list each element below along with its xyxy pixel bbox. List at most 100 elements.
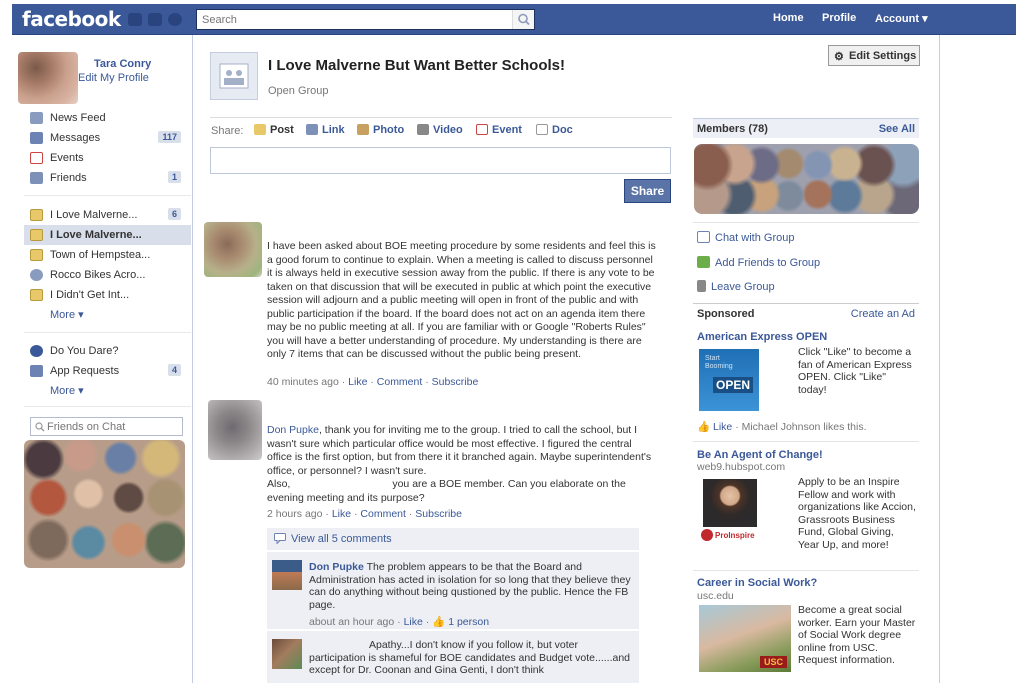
comment-text: Don Pupke The problem appears to be that… — [309, 561, 635, 611]
sidebar-group-4[interactable]: Rocco Bikes Acro... — [24, 265, 191, 285]
comment-author-link[interactable]: Don Pupke — [309, 561, 364, 573]
chevron-down-icon: ▾ — [78, 309, 84, 321]
post-author-avatar[interactable] — [208, 400, 262, 460]
members-grid[interactable] — [694, 144, 919, 214]
more-apps-link[interactable]: More ▾ — [50, 384, 84, 397]
chat-with-group-link[interactable]: Chat with Group — [697, 231, 794, 244]
like-link[interactable]: Like — [348, 376, 367, 388]
search-box[interactable] — [196, 9, 535, 30]
chat-friends-grid[interactable] — [24, 440, 185, 568]
search-input[interactable] — [197, 10, 497, 29]
comment-link[interactable]: Comment — [360, 508, 406, 520]
share-button[interactable]: Share — [624, 179, 671, 203]
ad-image-proinspire[interactable]: ProInspire — [699, 477, 761, 545]
sidebar-item-friends[interactable]: Friends 1 — [24, 168, 191, 188]
sidebar-app-do-you-dare[interactable]: Do You Dare? — [24, 341, 191, 361]
share-link-tab[interactable]: Link — [306, 124, 345, 136]
ad-like-link[interactable]: Like — [713, 421, 732, 433]
search-icon[interactable] — [512, 10, 534, 29]
share-label: Share: — [211, 125, 244, 137]
leave-door-icon — [697, 280, 706, 292]
nav-home[interactable]: Home — [773, 12, 804, 24]
share-link-label: Link — [322, 124, 345, 136]
thumbs-up-icon: 👍 — [432, 616, 446, 628]
separator-dot: · — [425, 376, 429, 388]
mention-link[interactable]: Don Pupke — [267, 424, 319, 436]
share-event-tab[interactable]: Event — [476, 124, 522, 136]
post-author-avatar[interactable] — [204, 222, 262, 277]
composer-box[interactable] — [210, 147, 671, 174]
edit-profile-link[interactable]: Edit My Profile — [78, 72, 149, 84]
ad-image-usc[interactable]: USC — [699, 605, 791, 672]
ad-image-amex[interactable]: Start Booming OPEN — [699, 349, 759, 411]
sidebar-item-messages[interactable]: Messages 117 — [24, 128, 191, 148]
sidebar-item-label: Friends — [50, 172, 87, 184]
ad-social-text: · Michael Johnson likes this. — [735, 421, 867, 433]
sidebar-group-1[interactable]: I Love Malverne... 6 — [24, 205, 191, 225]
view-all-comments-label: View all 5 comments — [291, 533, 392, 545]
ad-title[interactable]: Be An Agent of Change! — [697, 449, 823, 461]
post-text: I have been asked about BOE meeting proc… — [267, 240, 656, 360]
messages-jewel-icon[interactable] — [148, 13, 162, 26]
share-photo-label: Photo — [373, 124, 405, 136]
ad-title[interactable]: Career in Social Work? — [697, 577, 817, 589]
comment-author-avatar[interactable] — [272, 560, 302, 590]
sidebar-group-2-selected[interactable]: I Love Malverne... — [24, 225, 191, 245]
members-label: Members (78) — [697, 123, 768, 135]
comment-likes-count[interactable]: 1 person — [448, 616, 489, 628]
comment-link[interactable]: Comment — [377, 376, 423, 388]
subscribe-link[interactable]: Subscribe — [415, 508, 462, 520]
share-video-tab[interactable]: Video — [417, 124, 463, 136]
create-ad-link[interactable]: Create an Ad — [851, 308, 915, 320]
nav-account[interactable]: Account ▾ — [875, 12, 928, 25]
post-time: 2 hours ago — [267, 508, 323, 520]
sidebar-app-requests[interactable]: App Requests 4 — [24, 361, 191, 381]
friend-requests-icon[interactable] — [128, 13, 142, 26]
gear-icon: ⚙ — [834, 51, 844, 63]
ad-title[interactable]: American Express OPEN — [697, 331, 827, 343]
share-video-label: Video — [433, 124, 463, 136]
see-all-link[interactable]: See All — [879, 123, 915, 135]
main-border — [939, 35, 940, 683]
question-icon — [30, 345, 43, 357]
subscribe-link[interactable]: Subscribe — [432, 376, 479, 388]
share-post-tab[interactable]: Post — [254, 124, 294, 136]
divider — [210, 117, 672, 118]
like-link[interactable]: Like — [332, 508, 351, 520]
share-doc-tab[interactable]: Doc — [536, 124, 573, 136]
comment-bubble-icon — [274, 533, 286, 547]
share-photo-tab[interactable]: Photo — [357, 124, 404, 136]
sidebar-group-5[interactable]: I Didn't Get Int... — [24, 285, 191, 305]
add-friends-to-group-link[interactable]: Add Friends to Group — [697, 256, 820, 269]
sidebar-item-events[interactable]: Events — [24, 148, 191, 168]
notifications-globe-icon[interactable] — [168, 13, 182, 26]
messages-count-badge: 117 — [158, 131, 181, 143]
divider — [24, 195, 191, 196]
share-event-label: Event — [492, 124, 522, 136]
group-icon — [30, 249, 43, 261]
comment-like-link[interactable]: Like — [404, 616, 423, 628]
edit-settings-button[interactable]: ⚙ Edit Settings — [828, 45, 920, 66]
ad-url: web9.hubspot.com — [697, 461, 786, 473]
doc-icon — [536, 124, 548, 135]
comment-author-avatar[interactable] — [272, 639, 302, 669]
friends-on-chat-input[interactable] — [31, 418, 161, 435]
sidebar-group-3[interactable]: Town of Hempstea... — [24, 245, 191, 265]
facebook-logo[interactable]: facebook — [22, 7, 121, 31]
leave-group-link[interactable]: Leave Group — [697, 280, 775, 293]
group-picture[interactable] — [210, 52, 258, 100]
avatar[interactable] — [18, 52, 78, 104]
group-count-badge: 6 — [167, 208, 181, 220]
composer-input[interactable] — [211, 148, 666, 173]
view-all-comments[interactable]: View all 5 comments — [267, 528, 639, 550]
divider — [693, 570, 919, 571]
nav-account-label: Account — [875, 13, 919, 25]
nav-profile[interactable]: Profile — [822, 12, 856, 24]
sidebar-item-news-feed[interactable]: News Feed — [24, 108, 191, 128]
ad-image-caption: OPEN — [713, 377, 754, 393]
friends-on-chat-box[interactable] — [30, 417, 183, 436]
more-groups-link[interactable]: More ▾ — [50, 308, 84, 321]
more-label: More — [50, 385, 76, 397]
ad-image-tagline: Start Booming — [705, 355, 733, 370]
profile-name[interactable]: Tara Conry — [94, 58, 151, 70]
